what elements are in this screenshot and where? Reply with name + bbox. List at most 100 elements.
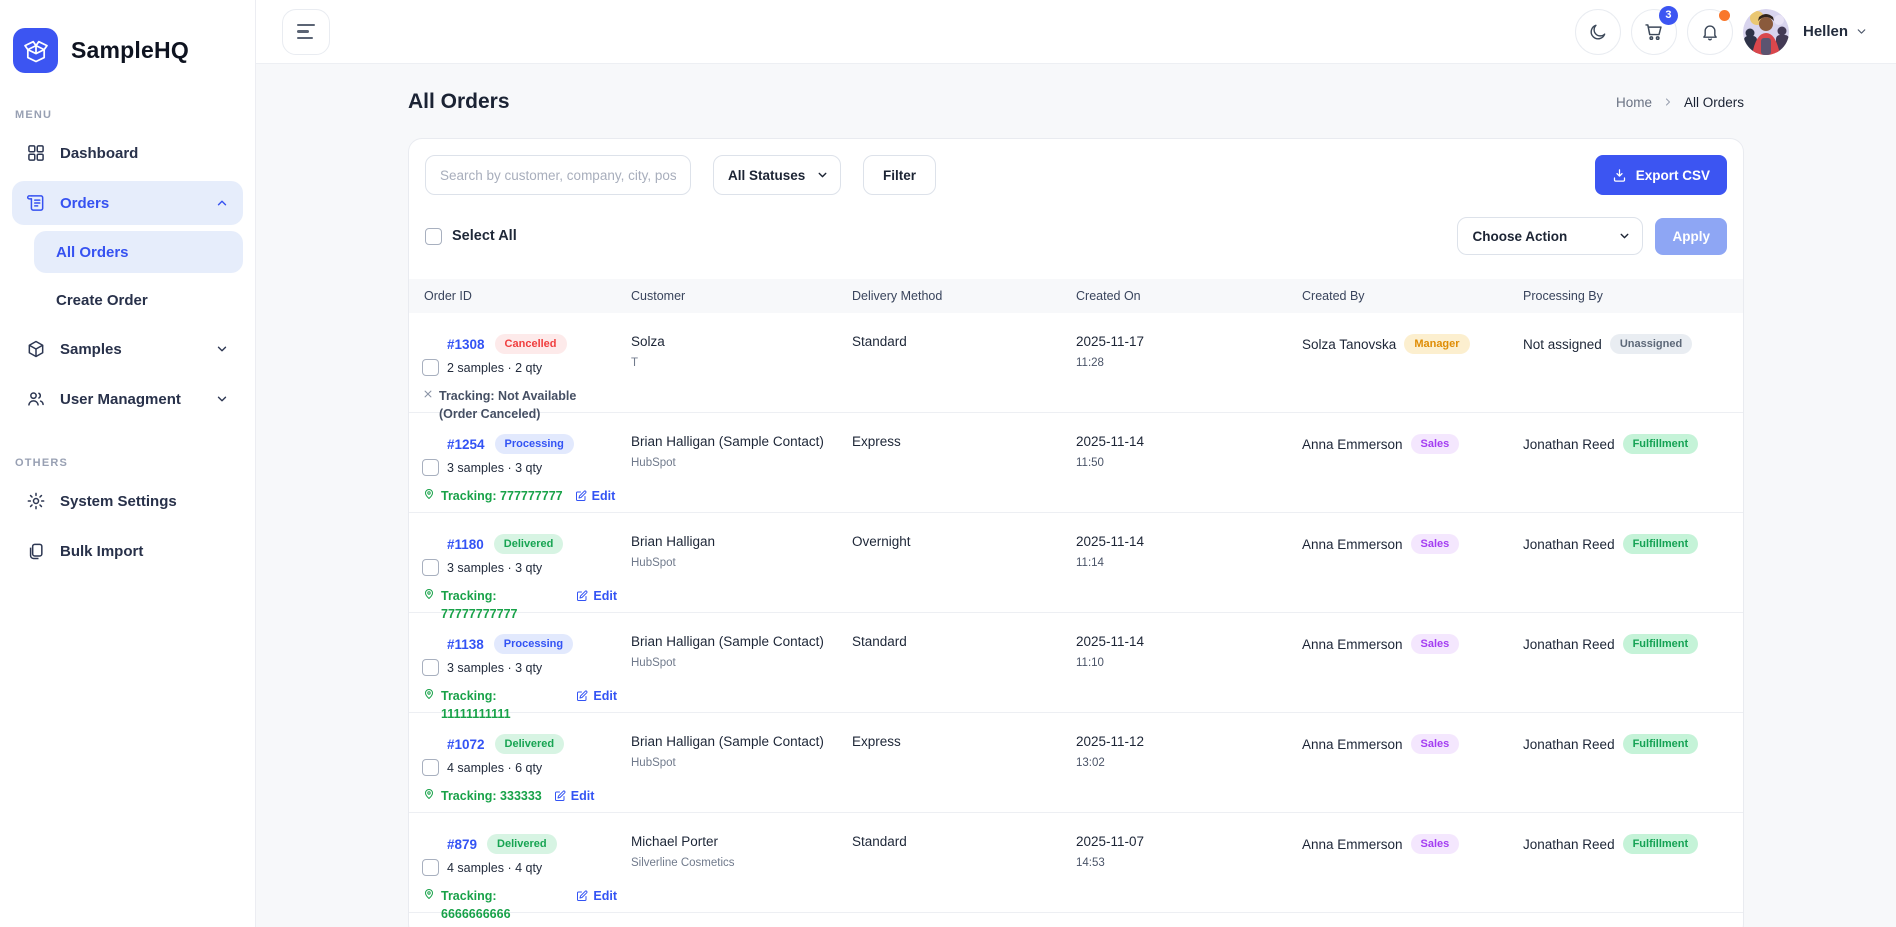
sidebar-subitem-all-orders[interactable]: All Orders bbox=[34, 231, 243, 273]
row-checkbox[interactable] bbox=[422, 759, 439, 776]
samples-summary: 3 samples · 3 qty bbox=[447, 661, 631, 675]
created-time: 13:02 bbox=[1076, 757, 1302, 769]
sidebar-item-dashboard[interactable]: Dashboard bbox=[12, 131, 243, 175]
map-pin-icon bbox=[423, 488, 435, 500]
status-filter-select[interactable]: All Statuses bbox=[713, 155, 841, 195]
created-by-role-badge: Sales bbox=[1411, 634, 1460, 654]
sidebar-item-label: User Managment bbox=[60, 391, 181, 408]
created-by-role-badge: Sales bbox=[1411, 434, 1460, 454]
customer-company: HubSpot bbox=[631, 757, 852, 769]
dashboard-icon bbox=[26, 143, 46, 163]
topbar: 3 Hellen bbox=[256, 0, 1896, 64]
delivery-method: Standard bbox=[852, 834, 1076, 849]
edit-tracking-link[interactable]: Edit bbox=[554, 787, 595, 805]
row-checkbox[interactable] bbox=[422, 359, 439, 376]
column-header: Order ID bbox=[409, 289, 631, 303]
edit-icon bbox=[576, 890, 588, 902]
open-box-logo-icon bbox=[13, 28, 58, 73]
notifications-button[interactable] bbox=[1687, 9, 1733, 55]
sidebar-item-samples[interactable]: Samples bbox=[12, 327, 243, 371]
cart-button[interactable]: 3 bbox=[1631, 9, 1677, 55]
created-time: 11:50 bbox=[1076, 457, 1302, 469]
status-badge: Delivered bbox=[487, 834, 557, 854]
select-all-label: Select All bbox=[452, 228, 517, 244]
brand-name: SampleHQ bbox=[71, 37, 189, 64]
orders-icon bbox=[26, 193, 46, 213]
order-id-link[interactable]: #1138 bbox=[447, 637, 484, 652]
customer-name: Brian Halligan (Sample Contact) bbox=[631, 634, 852, 649]
order-id-link[interactable]: #1072 bbox=[447, 737, 485, 752]
order-id-link[interactable]: #1308 bbox=[447, 337, 485, 352]
edit-tracking-link[interactable]: Edit bbox=[576, 887, 617, 905]
created-by-role-badge: Sales bbox=[1411, 734, 1460, 754]
status-badge: Cancelled bbox=[495, 334, 567, 354]
search-input[interactable] bbox=[425, 155, 691, 195]
tracking-info: Tracking: 777777777 Edit bbox=[423, 487, 631, 505]
apply-button[interactable]: Apply bbox=[1655, 218, 1727, 255]
sidebar: SampleHQ MENU Dashboard Orders All Order… bbox=[0, 0, 256, 927]
chevron-down-icon bbox=[215, 342, 229, 356]
edit-icon bbox=[576, 690, 588, 702]
row-checkbox[interactable] bbox=[422, 559, 439, 576]
sidebar-item-label: System Settings bbox=[60, 493, 177, 510]
map-pin-icon bbox=[423, 888, 435, 900]
column-header: Delivery Method bbox=[852, 289, 1076, 303]
row-checkbox[interactable] bbox=[422, 459, 439, 476]
copy-icon bbox=[26, 541, 46, 561]
dark-mode-toggle[interactable] bbox=[1575, 9, 1621, 55]
page-title: All Orders bbox=[408, 90, 510, 114]
tracking-text: Tracking: 77777777777 bbox=[441, 587, 564, 623]
user-menu[interactable]: Hellen bbox=[1803, 23, 1868, 40]
processing-by-name: Jonathan Reed bbox=[1523, 637, 1615, 652]
order-id-link[interactable]: #879 bbox=[447, 837, 477, 852]
filter-button[interactable]: Filter bbox=[863, 155, 936, 195]
created-by-name: Anna Emmerson bbox=[1302, 737, 1403, 752]
table-row: #1180 Delivered 3 samples · 3 qty Tracki… bbox=[409, 513, 1743, 613]
sidebar-item-label: Dashboard bbox=[60, 145, 138, 162]
status-badge: Delivered bbox=[495, 734, 565, 754]
processing-by-badge: Fulfillment bbox=[1623, 734, 1699, 754]
x-icon bbox=[423, 389, 433, 399]
processing-by-name: Not assigned bbox=[1523, 337, 1602, 352]
select-all-checkbox[interactable] bbox=[425, 228, 442, 245]
menu-section-label: MENU bbox=[15, 109, 255, 121]
export-csv-button[interactable]: Export CSV bbox=[1595, 155, 1727, 195]
row-checkbox[interactable] bbox=[422, 659, 439, 676]
sidebar-item-user-managment[interactable]: User Managment bbox=[12, 377, 243, 421]
order-id-link[interactable]: #1254 bbox=[447, 437, 485, 452]
column-header: Processing By bbox=[1523, 289, 1743, 303]
row-checkbox[interactable] bbox=[422, 859, 439, 876]
sidebar-subitem-create-order[interactable]: Create Order bbox=[34, 279, 243, 321]
created-by-name: Solza Tanovska bbox=[1302, 337, 1396, 352]
breadcrumb-home[interactable]: Home bbox=[1616, 95, 1652, 110]
delivery-method: Standard bbox=[852, 634, 1076, 649]
tracking-text: Tracking: Not Available (Order Canceled) bbox=[439, 387, 617, 423]
avatar[interactable] bbox=[1743, 9, 1789, 55]
created-time: 11:10 bbox=[1076, 657, 1302, 669]
sidebar-toggle-button[interactable] bbox=[282, 9, 330, 55]
table-row: #1072 Delivered 4 samples · 6 qty Tracki… bbox=[409, 713, 1743, 813]
user-name: Hellen bbox=[1803, 23, 1848, 40]
bulk-action-select[interactable]: Choose Action bbox=[1457, 217, 1643, 255]
samples-summary: 4 samples · 4 qty bbox=[447, 861, 631, 875]
tracking-info: Tracking: 333333 Edit bbox=[423, 787, 631, 805]
moon-icon bbox=[1588, 22, 1608, 42]
sidebar-item-bulk-import[interactable]: Bulk Import bbox=[12, 529, 243, 573]
processing-by-name: Jonathan Reed bbox=[1523, 437, 1615, 452]
edit-tracking-link[interactable]: Edit bbox=[576, 687, 617, 705]
created-by-name: Anna Emmerson bbox=[1302, 437, 1403, 452]
bell-icon bbox=[1700, 22, 1720, 42]
tracking-info: Tracking: 77777777777 Edit bbox=[423, 587, 631, 623]
breadcrumb-chevron-icon bbox=[1662, 96, 1674, 108]
map-pin-icon bbox=[423, 588, 435, 600]
order-id-link[interactable]: #1180 bbox=[447, 537, 484, 552]
table-row: #1308 Cancelled 2 samples · 2 qty Tracki… bbox=[409, 313, 1743, 413]
edit-tracking-link[interactable]: Edit bbox=[576, 587, 617, 605]
created-date: 2025-11-07 bbox=[1076, 834, 1302, 849]
samples-summary: 4 samples · 6 qty bbox=[447, 761, 631, 775]
orders-table: Order ID Customer Delivery Method Create… bbox=[409, 279, 1743, 913]
sidebar-item-system-settings[interactable]: System Settings bbox=[12, 479, 243, 523]
samples-icon bbox=[26, 339, 46, 359]
edit-tracking-link[interactable]: Edit bbox=[575, 487, 616, 505]
sidebar-item-orders[interactable]: Orders bbox=[12, 181, 243, 225]
